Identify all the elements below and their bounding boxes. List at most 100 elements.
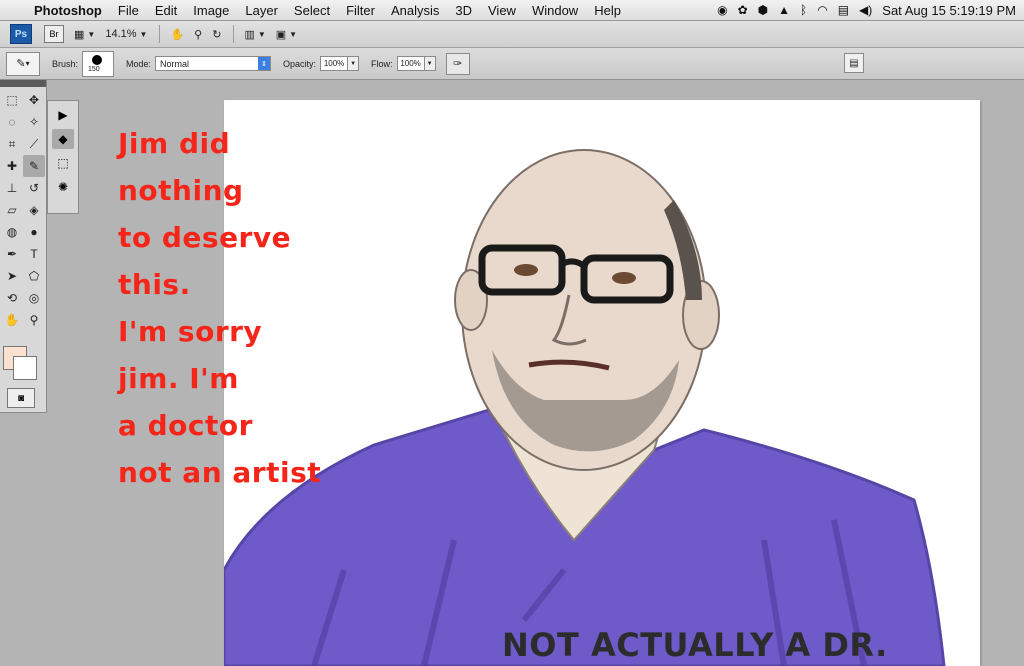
portrait-painting (224, 149, 946, 666)
transform-panel-icon[interactable]: ⬚ (52, 153, 74, 173)
zoom-tool-button[interactable]: ⚲ (194, 28, 202, 41)
arrange-icon: ▥ (244, 28, 255, 41)
screen-mode-icon: ▣ (275, 28, 287, 41)
brush-label: Brush: (52, 58, 79, 69)
paw-icon[interactable]: ✿ (738, 3, 748, 17)
eye-left (514, 264, 538, 276)
airbrush-toggle[interactable]: ✑ (445, 52, 470, 75)
brush-picker[interactable]: 150 (82, 50, 115, 77)
magnifier-icon: ⚲ (194, 28, 203, 41)
tools-panel: ⬚ ✥ ◌ ✧ ⌗ ⟋ ✚ ✎ ⊥ ↺ ▱ ◈ ◍ ● ✒ T ➤ ⬠ ⟲ ◎ … (0, 80, 47, 413)
type-tool-icon[interactable]: T (23, 243, 45, 265)
hexagon-icon[interactable]: ⬢ (758, 3, 768, 17)
brush-icon: ✎ (16, 58, 26, 70)
rotate-hand-icon: ↻ (212, 28, 222, 41)
menu-view[interactable]: View (480, 3, 524, 18)
menu-help[interactable]: Help (586, 3, 629, 18)
caption-line: I'm sorry (118, 315, 263, 348)
footer-note: NOT ACTUALLY A DR. (502, 626, 888, 664)
clone-stamp-tool-icon[interactable]: ⊥ (1, 177, 23, 199)
wifi-icon[interactable]: ◠ (817, 3, 827, 17)
eraser-tool-icon[interactable]: ▱ (1, 199, 23, 221)
tool-preset-picker[interactable]: ✎ ▾ (6, 51, 40, 76)
menu-file[interactable]: File (110, 3, 147, 18)
airbrush-icon: ✑ (452, 58, 463, 70)
shape-tool-icon[interactable]: ⬠ (23, 265, 45, 287)
flow-dropdown[interactable]: ▼ (424, 56, 436, 71)
us-flag-icon[interactable]: ▤ (838, 3, 849, 17)
caption-line: jim. I'm (118, 362, 239, 395)
move-tool-icon[interactable]: ✥ (23, 89, 45, 111)
menu-layer[interactable]: Layer (237, 3, 286, 18)
history-brush-tool-icon[interactable]: ↺ (23, 177, 45, 199)
rotate-view-button[interactable]: ↻ (212, 28, 221, 41)
eyedropper-tool-icon[interactable]: ⟋ (23, 133, 45, 155)
menu-app-name[interactable]: Photoshop (30, 3, 110, 18)
3d-rotate-tool-icon[interactable]: ⟲ (1, 287, 23, 309)
volume-icon[interactable]: ◀) (859, 3, 872, 17)
actions-panel-icon[interactable]: ▶ (52, 105, 74, 125)
nvidia-icon[interactable]: ◉ (717, 3, 727, 17)
brush-size: 150 (88, 65, 100, 73)
pen-tool-icon[interactable]: ✒ (1, 243, 23, 265)
upload-icon[interactable]: ▲ (778, 3, 790, 17)
zoom-tool-icon[interactable]: ⚲ (23, 309, 45, 331)
layers-panel-icon[interactable]: ◆ (52, 129, 74, 149)
marquee-tool-icon[interactable]: ⬚ (1, 89, 23, 111)
application-bar: Ps Br ▦ ▼ 14.1% ▼ ✋ ⚲ ↻ ▥ ▼ ▣ ▼ (0, 21, 1024, 48)
chevron-down-icon: ▼ (87, 29, 96, 39)
brush-tool-icon[interactable]: ✎ (23, 155, 45, 177)
navigator-panel-icon[interactable]: ✺ (52, 177, 74, 197)
caption-line: a doctor (118, 409, 253, 442)
brush-tip-preview (92, 54, 103, 65)
menu-window[interactable]: Window (524, 3, 586, 18)
view-extras-button[interactable]: ▦ ▼ (74, 28, 95, 41)
panel-grip[interactable] (0, 80, 46, 87)
caption-line: not an artist (118, 456, 322, 489)
3d-orbit-tool-icon[interactable]: ◎ (23, 287, 45, 309)
quick-mask-icon: ◙ (17, 392, 25, 404)
background-color-swatch[interactable] (13, 356, 37, 380)
bridge-button[interactable]: Br (44, 25, 64, 43)
crop-tool-icon[interactable]: ⌗ (1, 133, 23, 155)
clock[interactable]: Sat Aug 15 5:19:19 PM (882, 3, 1016, 18)
flow-input[interactable]: 100% (396, 56, 425, 71)
opacity-label: Opacity: (283, 58, 317, 69)
magic-wand-tool-icon[interactable]: ✧ (23, 111, 45, 133)
opacity-input[interactable]: 100% (320, 56, 349, 71)
caption-text: Jim did nothing to deserve this. I'm sor… (118, 120, 321, 496)
divider (233, 25, 235, 43)
eye-right (612, 272, 636, 284)
chevron-down-icon: ▼ (289, 29, 298, 39)
menu-edit[interactable]: Edit (147, 3, 185, 18)
mode-select[interactable]: Normal ⇕ (155, 56, 272, 71)
paint-bucket-tool-icon[interactable]: ◈ (23, 199, 45, 221)
caption-line: to deserve (118, 221, 292, 254)
menu-3d[interactable]: 3D (447, 3, 480, 18)
menu-select[interactable]: Select (286, 3, 338, 18)
bluetooth-icon[interactable]: ᛒ (800, 3, 807, 17)
zoom-level-dropdown[interactable]: 14.1% ▼ (105, 28, 147, 40)
document-canvas[interactable] (224, 100, 980, 666)
menu-analysis[interactable]: Analysis (383, 3, 447, 18)
updown-arrows-icon: ⇕ (258, 57, 271, 70)
opacity-dropdown[interactable]: ▼ (348, 56, 360, 71)
view-extras-icon: ▦ (74, 28, 85, 41)
hand-tool-icon[interactable]: ✋ (1, 309, 23, 331)
zoom-level: 14.1% (105, 28, 137, 40)
toggle-panels-button[interactable]: ▤ (844, 53, 864, 73)
screen-mode-button[interactable]: ▣ ▼ (276, 28, 297, 41)
healing-brush-tool-icon[interactable]: ✚ (1, 155, 23, 177)
hand-tool-button[interactable]: ✋ (170, 28, 184, 41)
menu-filter[interactable]: Filter (338, 3, 383, 18)
caption-line: this. (118, 268, 191, 301)
arrange-documents-button[interactable]: ▥ ▼ (244, 28, 265, 41)
path-selection-tool-icon[interactable]: ➤ (1, 265, 23, 287)
dodge-tool-icon[interactable]: ● (23, 221, 45, 243)
chevron-down-icon: ▼ (257, 29, 266, 39)
caption-line: nothing (118, 174, 244, 207)
lasso-tool-icon[interactable]: ◌ (1, 111, 23, 133)
quick-mask-button[interactable]: ◙ (7, 388, 35, 408)
menu-image[interactable]: Image (185, 3, 237, 18)
blur-tool-icon[interactable]: ◍ (1, 221, 23, 243)
